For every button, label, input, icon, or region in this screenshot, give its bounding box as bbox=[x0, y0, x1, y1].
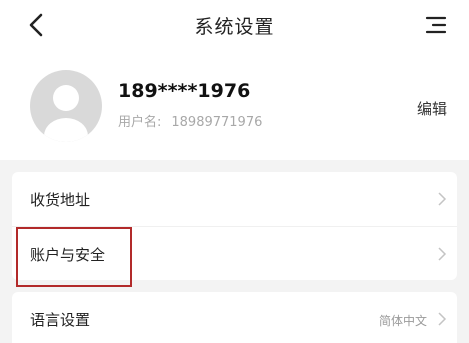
header-profile-card: 系统设置 189****1976 用户名: 18989771976 编辑 bbox=[0, 0, 469, 160]
nav-bar: 系统设置 bbox=[0, 0, 469, 52]
list-item-language[interactable]: 语言设置 简体中文 bbox=[12, 292, 457, 343]
default-avatar-icon bbox=[44, 85, 88, 142]
username-value: 18989771976 bbox=[171, 115, 263, 130]
list-item-label: 账户与安全 bbox=[30, 246, 106, 264]
settings-group-2: 语言设置 简体中文 bbox=[12, 292, 457, 343]
page-title: 系统设置 bbox=[194, 16, 275, 38]
chevron-right-icon bbox=[438, 247, 447, 261]
chevron-right-icon bbox=[438, 192, 447, 206]
profile-section: 189****1976 用户名: 18989771976 编辑 bbox=[0, 62, 469, 152]
list-item-account-security[interactable]: 账户与安全 bbox=[12, 226, 457, 281]
username-row: 用户名: 18989771976 bbox=[118, 111, 262, 130]
list-item-label: 收货地址 bbox=[30, 191, 91, 209]
settings-group-1: 收货地址 账户与安全 bbox=[12, 172, 457, 280]
avatar[interactable] bbox=[30, 70, 102, 142]
phone-number: 189****1976 bbox=[118, 80, 251, 102]
settings-page: 系统设置 189****1976 用户名: 18989771976 编辑 收货地… bbox=[0, 0, 469, 343]
menu-lines-icon[interactable] bbox=[421, 10, 451, 40]
edit-button[interactable]: 编辑 bbox=[417, 98, 447, 119]
list-item-label: 语言设置 bbox=[30, 311, 91, 329]
username-label: 用户名: bbox=[118, 115, 162, 130]
language-value: 简体中文 bbox=[378, 314, 427, 328]
list-item-shipping-address[interactable]: 收货地址 bbox=[12, 172, 457, 226]
chevron-right-icon bbox=[438, 312, 447, 326]
